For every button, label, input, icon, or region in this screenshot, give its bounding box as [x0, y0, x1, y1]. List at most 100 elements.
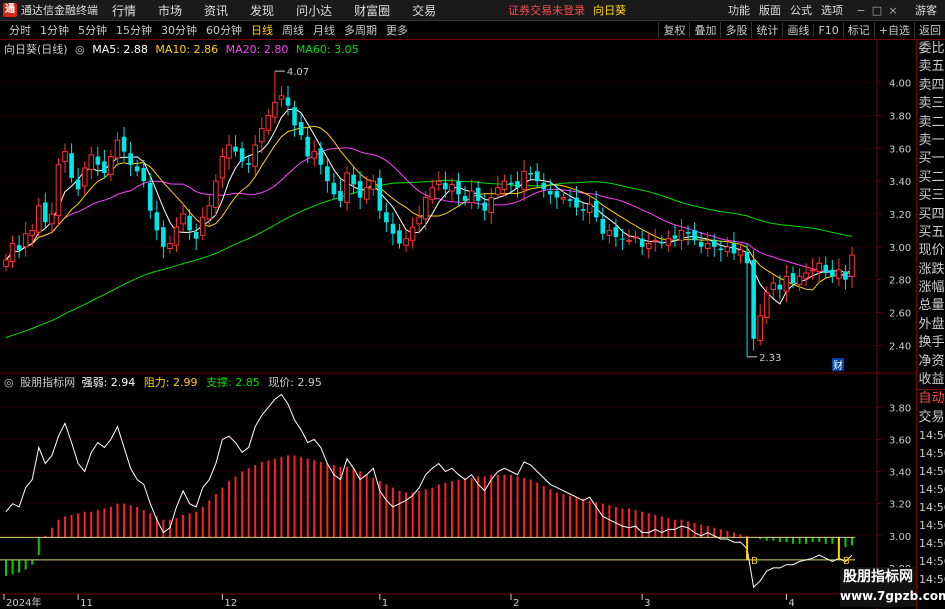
candle-body-5: [35, 205, 42, 233]
candle-body-6: [43, 202, 48, 223]
menu-xuanxiang[interactable]: 选项: [821, 2, 843, 18]
candle-body-100: [659, 241, 665, 244]
menu-banmian[interactable]: 版面: [759, 2, 781, 18]
right-menus: 功能 版面 公式 选项 − □ × 游客: [719, 2, 945, 18]
candle-body-3: [22, 233, 29, 248]
menu-gongshi[interactable]: 公式: [790, 2, 812, 18]
close-icon[interactable]: ×: [885, 4, 901, 17]
side-tab-1[interactable]: 交易: [917, 409, 945, 427]
minimize-icon[interactable]: −: [853, 4, 869, 17]
candle-body-94: [620, 238, 625, 240]
candle-body-120: [790, 273, 796, 283]
menu-zixun[interactable]: 资讯: [204, 2, 228, 19]
period-30min[interactable]: 30分钟: [161, 22, 197, 38]
menu-jiaoyi[interactable]: 交易: [412, 2, 436, 19]
side-item-6: 买一: [918, 151, 945, 167]
menu-wenxiaoda[interactable]: 问小达: [296, 2, 332, 19]
candle-body-44: [292, 107, 297, 126]
candle-body-88: [580, 209, 586, 211]
candle-body-93: [613, 227, 619, 237]
candle-body-127: [836, 269, 842, 279]
candle-body-15: [102, 161, 107, 173]
tongji-button[interactable]: 统计: [751, 22, 782, 38]
candle-body-4: [29, 229, 36, 236]
side-item-12: 涨跌: [918, 261, 945, 277]
period-60min[interactable]: 60分钟: [206, 22, 242, 38]
candle-body-19: [128, 153, 133, 165]
candle-body-118: [777, 284, 783, 290]
ma5-value: MA5: 2.88: [92, 43, 148, 56]
ma60-value: MA60: 3.05: [295, 43, 359, 56]
side-item-10: 买五: [918, 224, 945, 240]
candle-body-28: [187, 215, 192, 231]
side-tab-0[interactable]: 自动: [917, 389, 945, 408]
menu-faxian[interactable]: 发现: [250, 2, 274, 19]
indicator-settings-icon[interactable]: ◎: [4, 376, 14, 389]
candle-body-8: [55, 164, 62, 217]
period-weekly[interactable]: 周线: [282, 22, 304, 38]
side-time-3: 14:56: [919, 483, 945, 497]
menu-hangqing[interactable]: 行情: [112, 2, 136, 19]
candle-body-64: [422, 197, 429, 220]
menu-shichang[interactable]: 市场: [158, 2, 182, 19]
candle-body-110: [724, 246, 731, 253]
guest-label[interactable]: 游客: [915, 2, 937, 18]
candle-body-102: [672, 235, 678, 239]
period-fenshi[interactable]: 分时: [9, 22, 31, 38]
candle-body-38: [252, 144, 259, 167]
menu-gongneng[interactable]: 功能: [728, 2, 750, 18]
ma20-value: MA20: 2.80: [225, 43, 289, 56]
candle-body-126: [830, 269, 835, 277]
candle-body-46: [305, 136, 310, 157]
f10-button[interactable]: F10: [813, 23, 842, 37]
candle-body-62: [409, 226, 416, 241]
diejia-button[interactable]: 叠加: [689, 22, 720, 38]
add-watchlist-button[interactable]: +自选: [873, 22, 914, 38]
candle-body-33: [219, 156, 226, 179]
candle-body-72: [475, 187, 481, 201]
zhicheng-value: 支撑: 2.85: [206, 376, 260, 389]
candle-body-129: [849, 254, 855, 277]
main-ytick-8: 2.40: [889, 341, 911, 352]
period-more[interactable]: 更多: [386, 22, 408, 38]
fuquan-button[interactable]: 复权: [658, 22, 689, 38]
period-15min[interactable]: 15分钟: [116, 22, 152, 38]
candle-body-90: [593, 200, 599, 218]
back-button[interactable]: 返回: [914, 22, 945, 38]
buy-marker-2: B: [843, 556, 850, 567]
app-logo-icon: 通: [3, 3, 17, 17]
candle-body-56: [370, 180, 377, 190]
toolbar-buttons: 复权 叠加 多股 统计 画线 F10 标记 +自选 返回: [658, 22, 945, 38]
period-daily[interactable]: 日线: [251, 22, 273, 38]
biaoji-button[interactable]: 标记: [842, 22, 874, 38]
period-multi[interactable]: 多周期: [344, 22, 377, 38]
period-1min[interactable]: 1分钟: [40, 22, 69, 38]
main-ytick-2: 3.60: [889, 144, 911, 155]
duogu-button[interactable]: 多股: [720, 22, 751, 38]
app-title: 通达信金融终端: [21, 4, 98, 17]
maximize-icon[interactable]: □: [869, 4, 885, 17]
side-time-0: 14:56: [919, 429, 945, 443]
ma-settings-icon[interactable]: ◎: [75, 43, 85, 56]
date-label-1: 11: [80, 598, 93, 609]
side-time-8: 14:56: [919, 573, 945, 587]
candle-body-108: [711, 240, 717, 247]
menu-caifuquan[interactable]: 财富圈: [354, 2, 390, 19]
candle-body-20: [134, 166, 140, 172]
huaxian-button[interactable]: 画线: [782, 22, 813, 38]
candle-body-70: [462, 195, 468, 201]
candle-body-53: [351, 174, 356, 185]
chart-area[interactable]: 4.003.803.603.403.203.002.802.602.40 BB …: [0, 40, 916, 609]
period-5min[interactable]: 5分钟: [78, 22, 107, 38]
candle-body-78: [515, 181, 520, 188]
side-item-14: 总量: [918, 298, 945, 314]
side-time-5: 14:56: [919, 519, 945, 533]
high-label: 4.07: [287, 67, 309, 78]
candle-body-67: [443, 182, 448, 190]
login-status[interactable]: 证券交易未登录: [508, 2, 585, 18]
candle-body-42: [278, 95, 285, 100]
period-monthly[interactable]: 月线: [313, 22, 335, 38]
candle-body-74: [488, 197, 495, 213]
candle-body-12: [81, 167, 88, 187]
candle-body-34: [226, 144, 232, 159]
